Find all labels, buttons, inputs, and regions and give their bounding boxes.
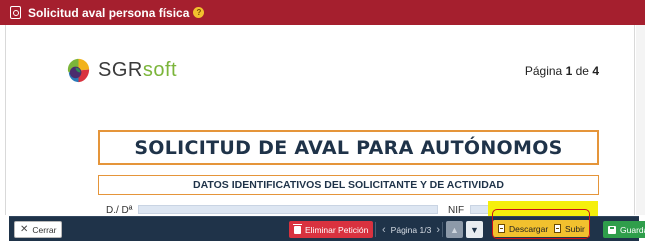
save-button-label: Guardar: [620, 224, 645, 235]
nif-label: NIF: [448, 205, 465, 216]
chevron-right-icon[interactable]: ›: [436, 224, 440, 236]
scrollbar[interactable]: [636, 25, 645, 215]
toolbar-divider: [442, 222, 443, 237]
delete-button-label: Eliminar Petición: [305, 224, 369, 235]
arrow-up-icon: ▲: [450, 224, 459, 235]
section-title: DATOS IDENTIFICATIVOS DEL SOLICITANTE Y …: [193, 179, 504, 191]
document-icon: [10, 6, 21, 19]
sgrsoft-logo: SGRsoft: [65, 57, 177, 84]
save-icon: [608, 225, 616, 234]
close-button[interactable]: ✕ Cerrar: [14, 221, 63, 238]
page-indicator-separator: de: [575, 64, 589, 78]
move-up-button[interactable]: ▲: [446, 221, 463, 238]
sgrsoft-logo-icon: [67, 58, 90, 83]
close-button-label: Cerrar: [32, 224, 57, 235]
page-indicator-total: 4: [592, 64, 599, 78]
logo-brand-suffix: soft: [142, 59, 178, 81]
arrow-down-icon: ▼: [470, 224, 479, 235]
trash-icon: [293, 223, 302, 234]
main-title: SOLICITUD DE AVAL PARA AUTÓNOMOS: [134, 136, 563, 159]
annotation-ring: [492, 209, 590, 239]
logo-brand-prefix: SGR: [98, 59, 143, 81]
page-indicator-prefix: Página: [524, 64, 563, 78]
close-icon: ✕: [20, 224, 29, 235]
move-down-button[interactable]: ▼: [466, 221, 483, 238]
page-indicator-current: 1: [565, 64, 573, 78]
pager: ‹ Página 1/3 ›: [377, 221, 445, 238]
pager-label: Página 1/3: [390, 224, 432, 235]
name-field[interactable]: [138, 205, 438, 214]
save-button[interactable]: Guardar: [603, 221, 645, 238]
delete-request-button[interactable]: Eliminar Petición: [289, 221, 374, 238]
window-title: Solicitud aval persona física: [28, 5, 190, 20]
help-icon[interactable]: ?: [193, 7, 205, 18]
section-title-box: DATOS IDENTIFICATIVOS DEL SOLICITANTE Y …: [98, 175, 599, 195]
logo-text: SGRsoft: [98, 59, 177, 82]
toolbar-divider: [375, 222, 376, 237]
window-titlebar: Solicitud aval persona física ?: [0, 0, 645, 25]
name-label: D./ Dª: [106, 205, 133, 216]
chevron-left-icon[interactable]: ‹: [382, 224, 386, 236]
main-title-box: SOLICITUD DE AVAL PARA AUTÓNOMOS: [98, 130, 599, 165]
page-indicator: Página 1 de 4: [525, 64, 599, 78]
